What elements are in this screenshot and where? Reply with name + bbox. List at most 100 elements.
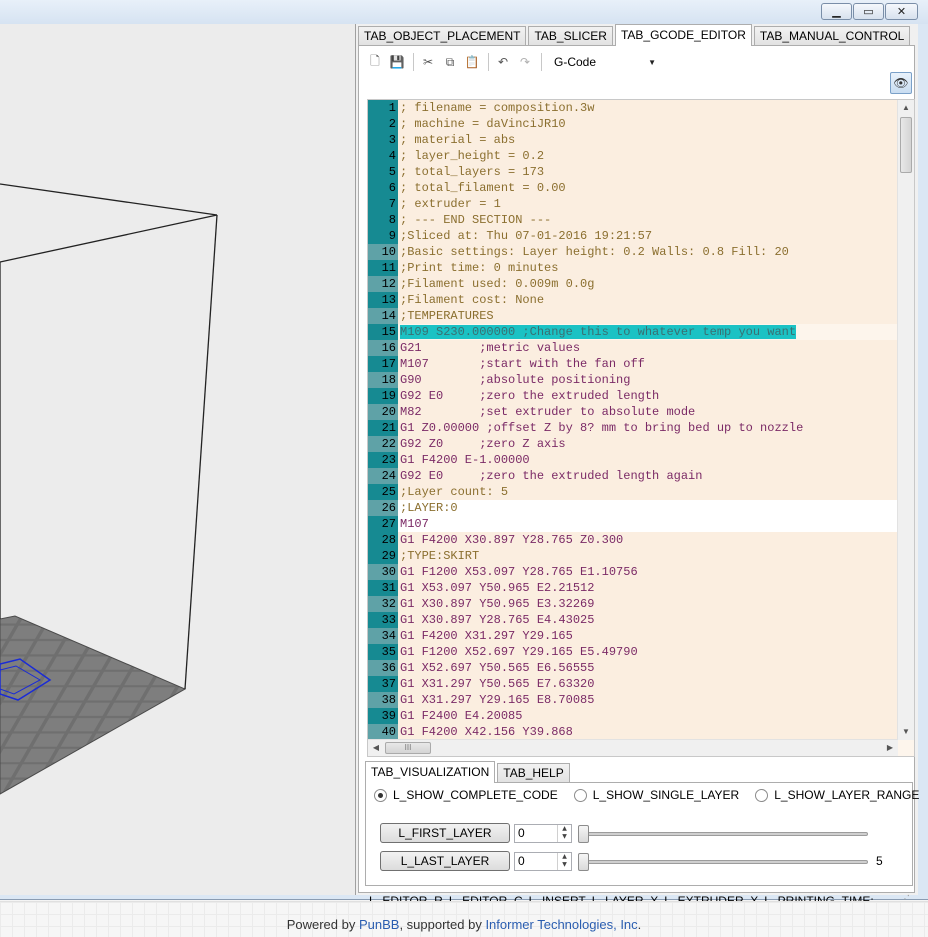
new-file-button[interactable]: 🗋 <box>365 52 385 72</box>
tab-tab-gcode-editor[interactable]: TAB_GCODE_EDITOR <box>614 24 752 46</box>
code-line[interactable]: 15 M109 S230.000000 ;Change this to whate… <box>368 324 898 340</box>
code-line[interactable]: 24 G92 E0 ;zero the extruded length again <box>368 468 898 484</box>
radio-button[interactable] <box>755 788 769 802</box>
paste-button[interactable]: 📋 <box>462 52 482 72</box>
code-line[interactable]: 14 ;TEMPERATURES <box>368 308 898 324</box>
save-button[interactable]: 💾 <box>387 52 407 72</box>
code-line[interactable]: 10 ;Basic settings: Layer height: 0.2 Wal… <box>368 244 898 260</box>
code-line[interactable]: 13 ;Filament cost: None <box>368 292 898 308</box>
spin-arrows-icon[interactable]: ▲ ▼ <box>557 852 571 870</box>
cut-button[interactable]: ✂ <box>418 52 438 72</box>
code-line[interactable]: 19 G92 E0 ;zero the extruded length <box>368 388 898 404</box>
code-line[interactable]: 38 G1 X31.297 Y29.165 E8.70085 <box>368 692 898 708</box>
code-line[interactable]: 18 G90 ;absolute positioning <box>368 372 898 388</box>
code-line[interactable]: 1; filename = composition.3w <box>368 100 898 116</box>
code-line[interactable]: 23 G1 F4200 E-1.00000 <box>368 452 898 468</box>
radio-l-show-layer-range[interactable]: L_SHOW_LAYER_RANGE <box>755 788 919 802</box>
redo-button[interactable]: ↷ <box>515 52 535 72</box>
first-layer-spinbox[interactable]: 0 ▲ ▼ <box>514 823 572 843</box>
code-line[interactable]: 9 ;Sliced at: Thu 07-01-2016 19:21:57 <box>368 228 898 244</box>
code-line[interactable]: 20 M82 ;set extruder to absolute mode <box>368 404 898 420</box>
code-line[interactable]: 2; machine = daVinciJR10 <box>368 116 898 132</box>
code-line[interactable]: 16 G21 ;metric values <box>368 340 898 356</box>
code-line[interactable]: 22 G92 Z0 ;zero Z axis <box>368 436 898 452</box>
code-line[interactable]: 36 G1 X52.697 Y50.565 E6.56555 <box>368 660 898 676</box>
toolbar-separator <box>541 53 542 71</box>
code-line[interactable]: 32 G1 X30.897 Y50.965 E3.32269 <box>368 596 898 612</box>
code-line[interactable]: 34 G1 F4200 X31.297 Y29.165 <box>368 628 898 644</box>
line-text: G90 ;absolute positioning <box>398 372 898 388</box>
code-line[interactable]: 33 G1 X30.897 Y28.765 E4.43025 <box>368 612 898 628</box>
line-number: 21 <box>368 420 398 436</box>
code-line[interactable]: 28 G1 F4200 X30.897 Y28.765 Z0.300 <box>368 532 898 548</box>
visualization-tab-bar: TAB_VISUALIZATION TAB_HELP <box>365 761 572 783</box>
code-line[interactable]: 12 ;Filament used: 0.009m 0.0g <box>368 276 898 292</box>
line-number: 13 <box>368 292 398 308</box>
horizontal-scrollbar[interactable]: ◀ III ▶ <box>368 739 898 756</box>
radio-l-show-single-layer[interactable]: L_SHOW_SINGLE_LAYER <box>573 788 739 802</box>
minimize-button[interactable]: ▁ <box>821 3 852 20</box>
code-line[interactable]: 17 M107 ;start with the fan off <box>368 356 898 372</box>
code-line[interactable]: 35 G1 F1200 X52.697 Y29.165 E5.49790 <box>368 644 898 660</box>
scroll-thumb[interactable] <box>900 117 912 173</box>
last-layer-spinbox[interactable]: 0 ▲ ▼ <box>514 851 572 871</box>
tab-tab-manual-control[interactable]: TAB_MANUAL_CONTROL <box>753 26 911 46</box>
3d-viewport[interactable] <box>0 24 355 895</box>
close-button[interactable]: ✕ <box>885 3 918 20</box>
informer-link[interactable]: Informer Technologies, Inc <box>485 917 637 932</box>
code-line[interactable]: 11 ;Print time: 0 minutes <box>368 260 898 276</box>
vertical-scrollbar[interactable]: ▲ ▼ <box>897 100 914 740</box>
last-layer-slider[interactable] <box>578 852 868 871</box>
visualization-panel: L_SHOW_COMPLETE_CODE L_SHOW_SINGLE_LAYER L… <box>365 782 919 886</box>
line-number: 18 <box>368 372 398 388</box>
line-number: 39 <box>368 708 398 724</box>
tab-tab-slicer[interactable]: TAB_SLICER <box>528 26 613 46</box>
scroll-right-icon[interactable]: ▶ <box>882 740 898 756</box>
tab-tab-visualization[interactable]: TAB_VISUALIZATION <box>365 761 496 783</box>
code-editor[interactable]: 1; filename = composition.3w 2; machine =… <box>367 99 915 757</box>
code-line[interactable]: 3; material = abs <box>368 132 898 148</box>
code-line[interactable]: 7; extruder = 1 <box>368 196 898 212</box>
code-line[interactable]: 6; total_filament = 0.00 <box>368 180 898 196</box>
line-number: 26 <box>368 500 398 516</box>
line-text: ; filename = composition.3w <box>398 100 898 116</box>
code-line[interactable]: 29 ;TYPE:SKIRT <box>368 548 898 564</box>
slider-handle[interactable] <box>578 824 589 843</box>
code-line[interactable]: 31 G1 X53.097 Y50.965 E2.21512 <box>368 580 898 596</box>
scroll-down-icon[interactable]: ▼ <box>898 724 914 740</box>
code-line[interactable]: 26 ;LAYER:0 <box>368 500 898 516</box>
code-line[interactable]: 27 M107 <box>368 516 898 532</box>
maximize-button[interactable]: ▭ <box>853 3 884 20</box>
last-layer-button[interactable]: L_LAST_LAYER <box>380 851 510 871</box>
radio-button[interactable] <box>573 788 587 802</box>
radio-l-show-complete-code[interactable]: L_SHOW_COMPLETE_CODE <box>374 788 558 802</box>
line-number: 19 <box>368 388 398 404</box>
code-line[interactable]: 5; total_layers = 173 <box>368 164 898 180</box>
code-line[interactable]: 37 G1 X31.297 Y50.565 E7.63320 <box>368 676 898 692</box>
punbb-link[interactable]: PunBB <box>359 917 399 932</box>
line-text: G92 E0 ;zero the extruded length <box>398 388 898 404</box>
first-layer-button[interactable]: L_FIRST_LAYER <box>380 823 510 843</box>
code-line[interactable]: 25 ;Layer count: 5 <box>368 484 898 500</box>
line-text-content: ; filename = composition.3w <box>400 101 595 115</box>
view-toggle-button[interactable]: 👁 <box>890 72 912 94</box>
code-line[interactable]: 21 G1 Z0.00000 ;offset Z by 8? mm to brin… <box>368 420 898 436</box>
first-layer-slider[interactable] <box>578 824 868 843</box>
code-line[interactable]: 30 G1 F1200 X53.097 Y28.765 E1.10756 <box>368 564 898 580</box>
radio-button[interactable] <box>374 788 387 802</box>
h-scroll-thumb[interactable]: III <box>385 742 431 754</box>
spin-arrows-icon[interactable]: ▲ ▼ <box>557 824 571 842</box>
language-select[interactable]: G-Code ▼ <box>550 52 660 72</box>
code-line[interactable]: 39 G1 F2400 E4.20085 <box>368 708 898 724</box>
code-line[interactable]: 8; --- END SECTION --- <box>368 212 898 228</box>
slider-handle[interactable] <box>578 852 589 871</box>
copy-button[interactable]: ⧉ <box>440 52 460 72</box>
tab-tab-object-placement[interactable]: TAB_OBJECT_PLACEMENT <box>358 26 527 46</box>
line-text: G21 ;metric values <box>398 340 898 356</box>
code-line[interactable]: 40 G1 F4200 X42.156 Y39.868 <box>368 724 898 740</box>
code-line[interactable]: 4; layer_height = 0.2 <box>368 148 898 164</box>
scroll-up-icon[interactable]: ▲ <box>898 100 914 116</box>
tab-tab-help[interactable]: TAB_HELP <box>497 763 570 783</box>
scroll-left-icon[interactable]: ◀ <box>368 740 384 756</box>
undo-button[interactable]: ↶ <box>493 52 513 72</box>
